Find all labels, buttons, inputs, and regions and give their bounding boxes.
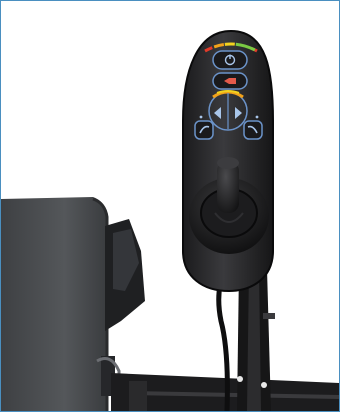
indicator-led-left <box>199 115 203 119</box>
mode-left-button[interactable] <box>194 120 214 140</box>
wheelchair-controller-photo <box>1 29 339 411</box>
photo-frame <box>0 0 340 412</box>
joystick-controller <box>182 29 274 293</box>
horn-button[interactable] <box>212 72 248 90</box>
mode-right-button[interactable] <box>243 120 263 140</box>
indicator-led-right <box>255 115 259 119</box>
seat-cushion <box>1 197 109 411</box>
power-button[interactable] <box>212 50 248 70</box>
